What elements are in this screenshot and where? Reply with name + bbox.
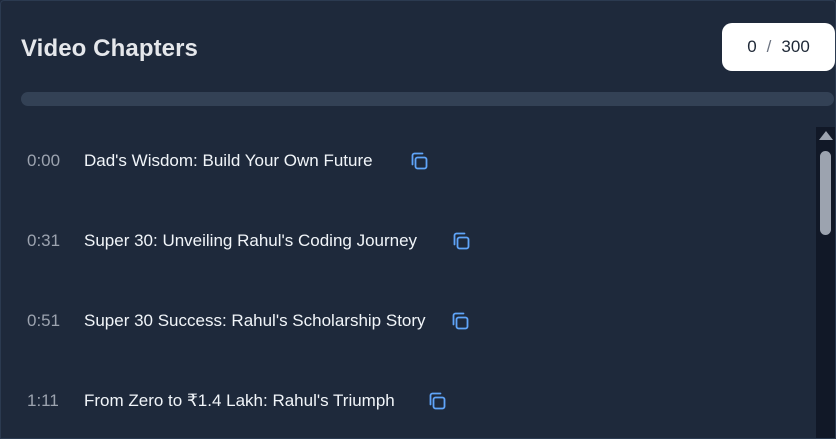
scrollbar[interactable] [816,127,835,438]
chapter-list: 0:00 Dad's Wisdom: Build Your Own Future… [1,121,816,438]
counter-separator: / [766,37,772,56]
chapter-time[interactable]: 0:51 [27,311,77,331]
copy-icon [411,152,428,170]
counter-current: 0 [747,37,757,56]
chapter-counter: 0 / 300 [722,23,835,71]
chapter-time[interactable]: 0:00 [27,151,77,171]
copy-chapter-button[interactable] [408,150,430,172]
chapter-title[interactable]: Super 30: Unveiling Rahul's Coding Journ… [84,231,417,251]
chapter-title[interactable]: From Zero to ₹1.4 Lakh: Rahul's Triumph [84,391,395,411]
video-chapters-panel: Video Chapters 0 / 300 0:00 Dad's Wisdom… [0,0,836,439]
copy-icon [452,312,469,330]
chapter-title[interactable]: Dad's Wisdom: Build Your Own Future [84,151,373,171]
copy-icon [453,232,470,250]
copy-chapter-button[interactable] [450,230,472,252]
copy-chapter-button[interactable] [449,310,471,332]
panel-title: Video Chapters [21,35,199,62]
chapter-time[interactable]: 0:31 [27,231,77,251]
chapter-time[interactable]: 1:11 [27,391,77,411]
scroll-thumb[interactable] [820,151,831,235]
counter-total: 300 [781,37,810,56]
copy-chapter-button[interactable] [426,390,448,412]
scroll-up-icon[interactable] [819,131,833,140]
copy-icon [429,392,446,410]
progress-bar [21,92,834,106]
chapter-title[interactable]: Super 30 Success: Rahul's Scholarship St… [84,311,426,331]
